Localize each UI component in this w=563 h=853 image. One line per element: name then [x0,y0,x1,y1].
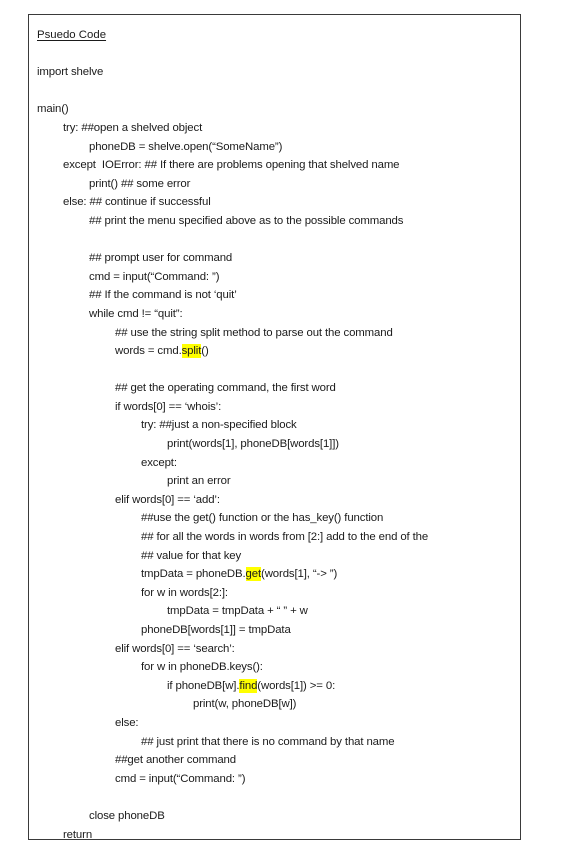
code-line: except IOError: ## If there are problems… [63,159,400,172]
code-line-highlighted: tmpData = phoneDB.get(words[1], “-> ”) [37,565,514,584]
code-line: cmd = input(“Command: ”) [89,270,220,283]
highlighted-token: find [239,678,258,693]
code-line: else: [115,716,139,729]
code-line: ## If the command is not ‘quit’ [89,289,237,302]
code-text: if phoneDB[w]. [167,679,240,692]
code-line: for w in phoneDB.keys(): [141,661,263,674]
code-line: print an error [167,475,231,488]
code-line: phoneDB[words[1]] = tmpData [141,624,291,636]
code-text: () [201,345,209,358]
code-line: return [63,828,93,840]
code-line: elif words[0] == ‘search’: [115,642,235,655]
code-line: ## value for that key [141,549,242,562]
code-line: try: ##just a non-specified block [141,419,297,432]
pseudo-code-document-frame: Psuedo Code import shelve main() try: ##o… [28,14,521,840]
code-line: ## use the string split method to parse … [115,326,393,339]
code-line: ##get another command [115,754,236,767]
code-line-list: import shelve main() try: ##open a shelve… [37,63,514,840]
code-text: (words[1]) >= 0: [257,679,336,692]
code-line: else: ## continue if successful [63,196,211,209]
code-line-highlighted: words = cmd.split() [37,342,514,361]
code-line: elif words[0] == ‘add’: [115,493,220,506]
code-line: if words[0] == ‘whois’: [115,400,222,413]
document-heading-row: Psuedo Code [37,25,514,45]
code-line: print(words[1], phoneDB[words[1]]) [167,438,339,451]
highlighted-token: get [245,567,262,582]
code-line: ##use the get() function or the has_key(… [141,512,384,525]
code-line: cmd = input(“Command: ”) [115,772,246,785]
code-line: while cmd != “quit”: [89,307,183,320]
code-line: phoneDB = shelve.open(“SomeName”) [89,140,283,153]
page-title: Psuedo Code [37,29,107,41]
code-line: except: [141,456,177,469]
code-line: ## get the operating command, the first … [115,382,336,395]
code-text: (words[1], “-> ”) [261,568,338,581]
code-line: import shelve [37,66,104,79]
highlighted-token: split [181,344,202,359]
code-line: ## just print that there is no command b… [141,735,395,748]
code-text: tmpData = phoneDB. [141,568,246,581]
pseudo-code-body: Psuedo Code import shelve main() try: ##o… [29,15,520,840]
code-line-highlighted: if phoneDB[w].find(words[1]) >= 0: [37,677,514,696]
code-line: print(w, phoneDB[w]) [193,698,297,711]
code-line: tmpData = tmpData + “ ” + w [167,605,308,618]
code-line: ## prompt user for command [89,252,233,265]
code-line: ## for all the words in words from [2:] … [141,531,429,544]
code-line: try: ##open a shelved object [63,121,203,134]
code-line: for w in words[2:]: [141,586,228,599]
code-line: close phoneDB [89,809,165,822]
code-line: main() [37,103,69,116]
code-line: ## print the menu specified above as to … [89,214,404,227]
code-line: print() ## some error [89,177,191,190]
code-text: words = cmd. [115,345,182,358]
